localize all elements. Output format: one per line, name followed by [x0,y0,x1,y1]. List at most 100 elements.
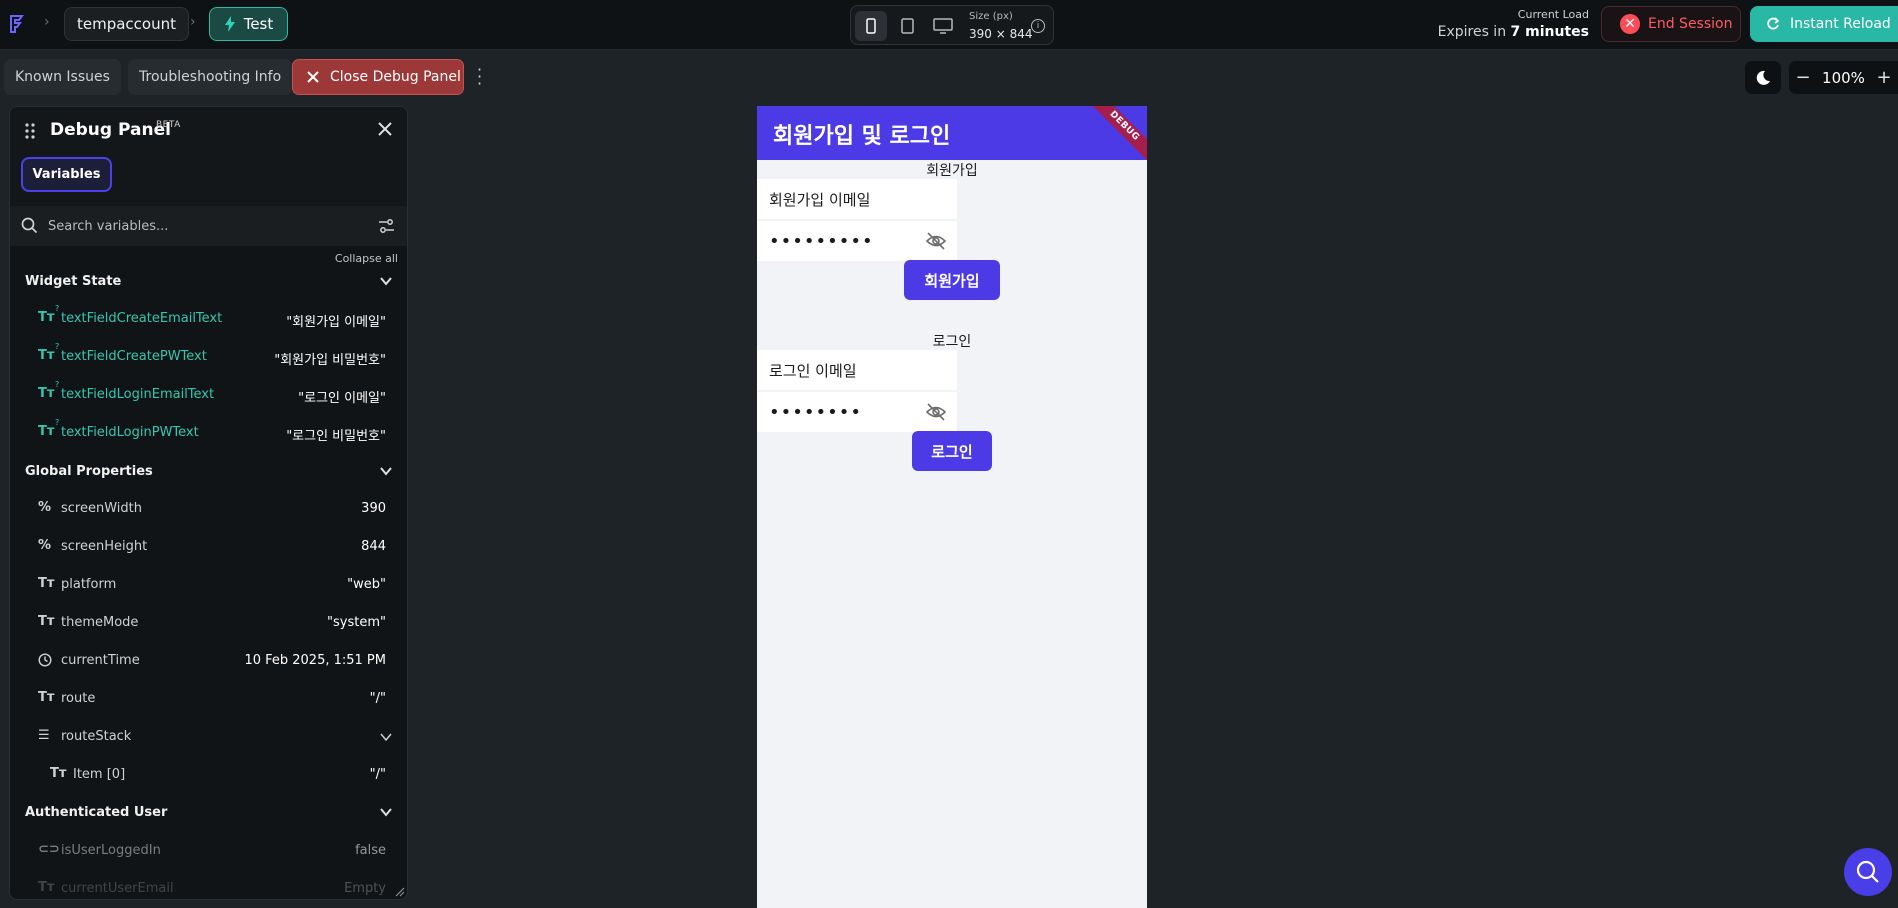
zoom-in-button[interactable]: + [1876,67,1892,88]
debug-panel: Debug Panel BETA Variables Collapse all … [9,106,408,900]
variable-row[interactable]: Tт? textFieldCreatePWText "회원가입 비밀번호" [10,341,407,371]
top-bar: › tempaccount › Test Size (px) 390 × 844… [0,0,1898,50]
current-load-label: Current Load [1517,8,1589,21]
variable-row[interactable]: Tт? textFieldLoginEmailText "로그인 이메일" [10,379,407,409]
device-preview: 회원가입 및 로그인 DEBUG 회원가입 회원가입 이메일 •••••••••… [757,106,1147,908]
reload-icon [1767,17,1780,30]
eye-off-icon[interactable] [925,403,947,421]
variable-row[interactable]: ☰ routeStack [10,721,407,751]
drag-handle-icon[interactable] [24,122,36,140]
text-type-icon: Tт [38,310,55,325]
tablet-icon [900,18,914,34]
chevron-down-icon [380,467,392,476]
section-authenticated-user[interactable]: Authenticated User [10,797,407,827]
debug-panel-header: Debug Panel BETA Variables [10,107,407,205]
branch-label: Test [243,15,274,33]
variable-row[interactable]: Tт Item [0] "/" [10,759,407,789]
help-search-button[interactable] [1844,848,1892,896]
login-button[interactable]: 로그인 [912,431,992,471]
branch-test-button[interactable]: Test [209,7,288,41]
desktop-icon [933,18,953,34]
zoom-level: 100% [1822,68,1865,87]
toggle-icon: ⊂⊃ [38,842,60,857]
text-type-icon: Tт [50,766,67,781]
chevron-down-icon [380,277,392,286]
app-bar: 회원가입 및 로그인 DEBUG [757,106,1147,164]
clock-icon [38,653,52,667]
text-type-icon: Tт [38,348,55,363]
variable-row[interactable]: Tт currentUserEmail Empty [10,873,407,899]
section-global-properties[interactable]: Global Properties [10,456,407,486]
desktop-device-button[interactable] [927,11,959,41]
text-type-icon: Tт [38,614,55,629]
project-button[interactable]: tempaccount [64,7,190,41]
section-widget-state[interactable]: Widget State [10,266,407,296]
text-type-icon: Tт [38,386,55,401]
flutterflow-logo-icon[interactable] [6,12,30,36]
close-icon[interactable] [375,119,395,139]
debug-ribbon: DEBUG [1086,106,1147,164]
login-label: 로그인 [932,334,972,350]
text-type-icon: Tт [38,576,55,591]
instant-reload-label: Instant Reload [1790,16,1891,32]
variable-row[interactable]: ⊂⊃ isUserLoggedIn false [10,835,407,865]
troubleshooting-info-button[interactable]: Troubleshooting Info [128,59,293,95]
variable-row[interactable]: Tт themeMode "system" [10,607,407,637]
text-type-icon: Tт [38,690,55,705]
variable-row[interactable]: Tт? textFieldLoginPWText "로그인 비밀번호" [10,417,407,447]
percent-icon: % [38,500,52,515]
search-bar [10,206,407,246]
signup-email-field[interactable]: 회원가입 이메일 [757,179,957,219]
variable-row[interactable]: Tт platform "web" [10,569,407,599]
expires-value: 7 minutes [1510,24,1589,40]
search-icon [21,217,38,234]
zoom-out-button[interactable]: − [1795,67,1811,88]
phone-icon [866,18,876,34]
end-session-label: End Session [1648,16,1733,32]
collapse-all-link[interactable]: Collapse all [335,252,398,265]
zoom-control: − 100% + [1789,61,1898,94]
close-icon [307,71,319,83]
beta-badge: BETA [156,120,181,130]
search-variables-input[interactable] [48,212,348,240]
variable-row[interactable]: % screenHeight 844 [10,531,407,561]
debug-panel-title: Debug Panel [50,120,171,140]
size-label: Size (px) [969,11,1013,22]
device-selector: Size (px) 390 × 844 i [850,5,1054,45]
search-icon [1856,860,1879,883]
eye-off-icon[interactable] [925,232,947,250]
instant-reload-button[interactable]: Instant Reload [1750,6,1898,42]
signup-button[interactable]: 회원가입 [904,260,1000,300]
lightning-icon [224,16,235,32]
phone-device-button[interactable] [855,11,887,41]
signup-password-field[interactable]: ••••••••• [757,221,957,261]
theme-toggle-button[interactable] [1745,61,1781,94]
text-type-icon: Tт [38,880,55,895]
chevron-down-icon [380,808,392,817]
chevron-right-icon: › [44,14,50,30]
chevron-right-icon: › [190,14,196,30]
tab-variables[interactable]: Variables [21,157,112,192]
info-icon[interactable]: i [1031,19,1045,33]
variable-row[interactable]: Tт route "/" [10,683,407,713]
end-session-button[interactable]: ✕ End Session [1601,6,1741,42]
filter-icon[interactable] [378,218,395,234]
list-icon: ☰ [38,728,50,743]
moon-icon [1756,70,1770,85]
close-debug-panel-button[interactable]: Close Debug Panel [292,59,464,95]
variable-row[interactable]: currentTime 10 Feb 2025, 1:51 PM [10,645,407,675]
close-debug-label: Close Debug Panel [330,69,461,85]
signup-label: 회원가입 [926,163,978,179]
variable-row[interactable]: % screenWidth 390 [10,493,407,523]
percent-icon: % [38,538,52,553]
more-vertical-icon[interactable]: · · · [477,62,482,92]
text-type-icon: Tт [38,424,55,439]
app-title: 회원가입 및 로그인 [773,124,951,149]
chevron-down-icon[interactable] [379,730,393,744]
variable-row[interactable]: Tт? textFieldCreateEmailText "회원가입 이메일" [10,303,407,333]
tablet-device-button[interactable] [891,11,923,41]
known-issues-button[interactable]: Known Issues [4,59,121,95]
login-email-field[interactable]: 로그인 이메일 [757,350,957,390]
resize-handle-icon[interactable] [395,887,405,897]
login-password-field[interactable]: •••••••• [757,392,957,432]
